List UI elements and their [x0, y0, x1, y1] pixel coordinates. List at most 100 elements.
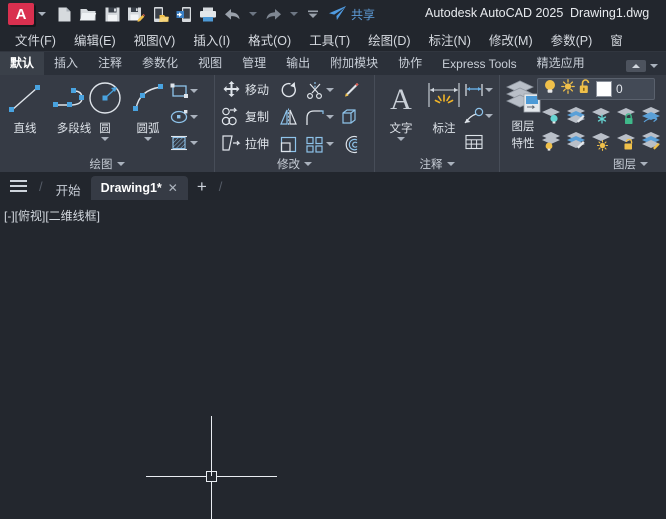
open-from-web-icon[interactable] [173, 3, 195, 25]
layer-match-button[interactable] [640, 130, 662, 152]
ribbon-tab-output[interactable]: 输出 [276, 52, 320, 75]
save-as-icon[interactable] [125, 3, 147, 25]
ribbon-tab-parametric[interactable]: 参数化 [132, 52, 188, 75]
rectangle-dropdown-arrow[interactable] [190, 89, 198, 93]
mirror-button[interactable] [278, 106, 300, 128]
drawing-canvas[interactable]: [-][俯视][二维线框] [0, 200, 666, 519]
ellipse-button[interactable] [168, 106, 198, 128]
ellipse-dropdown-arrow[interactable] [190, 115, 198, 119]
circle-button[interactable]: 圆 [82, 79, 128, 141]
layer-unlock-button[interactable] [615, 130, 637, 152]
menu-parametric[interactable]: 参数(P) [542, 28, 602, 52]
new-tab-button[interactable]: + [188, 177, 216, 200]
menu-view[interactable]: 视图(V) [125, 28, 185, 52]
erase-button[interactable] [339, 79, 361, 101]
menu-format[interactable]: 格式(O) [239, 28, 300, 52]
redo-icon[interactable] [262, 3, 284, 25]
panel-modify-title-bar[interactable]: 修改 [215, 155, 374, 172]
layer-control-dropdown[interactable]: 0 [537, 78, 655, 100]
customize-quick-access-toolbar-arrow[interactable] [307, 10, 319, 19]
layer-off-button[interactable] [540, 104, 562, 126]
application-menu-dropdown-arrow[interactable] [38, 12, 46, 16]
ribbon-tab-featured-apps[interactable]: 精选应用 [527, 52, 595, 75]
arc-button[interactable]: 圆弧 [125, 79, 171, 141]
table-button[interactable] [463, 131, 485, 153]
move-button[interactable]: 移动 [220, 79, 269, 99]
layer-lock-button[interactable] [615, 104, 637, 126]
application-menu-button[interactable]: A [8, 3, 34, 25]
new-file-icon[interactable] [53, 3, 75, 25]
fillet-dropdown-arrow[interactable] [326, 115, 334, 119]
layer-color-swatch[interactable] [596, 81, 612, 97]
panel-draw-expand-arrow[interactable] [117, 162, 125, 166]
panel-layer-title-bar[interactable]: 图层 [500, 155, 666, 172]
hamburger-menu-button[interactable] [0, 172, 36, 200]
dimension-button[interactable]: 标注 [421, 79, 467, 136]
stretch-button[interactable]: 拉伸 [220, 133, 269, 153]
leader-button[interactable] [463, 105, 493, 127]
text-button[interactable]: A 文字 [378, 79, 424, 141]
panel-annotation-title-bar[interactable]: 注释 [375, 155, 499, 172]
menu-file[interactable]: 文件(F) [6, 28, 65, 52]
plot-icon[interactable] [197, 3, 219, 25]
layer-previous-button[interactable] [640, 104, 662, 126]
ribbon-tab-annotate[interactable]: 注释 [88, 52, 132, 75]
menu-edit[interactable]: 编辑(E) [65, 28, 125, 52]
menu-modify[interactable]: 修改(M) [480, 28, 542, 52]
hatch-button[interactable] [168, 132, 198, 154]
open-file-icon[interactable] [77, 3, 99, 25]
file-tab-start[interactable]: 开始 [46, 178, 91, 200]
panel-modify-expand-arrow[interactable] [304, 162, 312, 166]
ribbon-tab-home[interactable]: 默认 [0, 52, 44, 75]
sun-thaw-icon[interactable] [561, 79, 575, 99]
array-dropdown-arrow[interactable] [326, 142, 334, 146]
ribbon-tab-addins[interactable]: 附加模块 [320, 52, 388, 75]
leader-dropdown-arrow[interactable] [485, 114, 493, 118]
array-button[interactable] [304, 133, 334, 155]
ribbon-tab-express-tools[interactable]: Express Tools [432, 53, 526, 75]
undo-dropdown-arrow[interactable] [249, 12, 257, 16]
circle-dropdown-arrow[interactable] [101, 137, 109, 141]
menu-dimension[interactable]: 标注(N) [420, 28, 480, 52]
arc-dropdown-arrow[interactable] [144, 137, 152, 141]
ribbon-tab-view[interactable]: 视图 [188, 52, 232, 75]
file-tab-drawing1[interactable]: Drawing1* ✕ [91, 176, 188, 200]
offset-button[interactable] [339, 133, 361, 155]
linear-dimension-button[interactable] [463, 79, 493, 101]
minimize-ribbon-dropdown-arrow[interactable] [650, 64, 658, 68]
fillet-button[interactable] [304, 106, 334, 128]
explode-button[interactable] [339, 106, 361, 128]
ribbon-tab-manage[interactable]: 管理 [232, 52, 276, 75]
copy-button[interactable]: 复制 [220, 106, 269, 126]
ribbon-tab-insert[interactable]: 插入 [44, 52, 88, 75]
viewport-label[interactable]: [-][俯视][二维线框] [4, 207, 100, 224]
save-to-web-icon[interactable] [149, 3, 171, 25]
scale-button[interactable] [278, 133, 300, 155]
ribbon-tab-collaborate[interactable]: 协作 [388, 52, 432, 75]
panel-draw-title-bar[interactable]: 绘图 [0, 155, 214, 172]
redo-dropdown-arrow[interactable] [290, 12, 298, 16]
menu-draw[interactable]: 绘图(D) [359, 28, 419, 52]
line-button[interactable]: 直线 [2, 79, 48, 136]
save-icon[interactable] [101, 3, 123, 25]
text-dropdown-arrow[interactable] [397, 137, 405, 141]
menu-tools[interactable]: 工具(T) [300, 28, 359, 52]
layer-isolate-button[interactable] [565, 104, 587, 126]
rectangle-button[interactable] [168, 80, 198, 102]
layer-freeze-button[interactable] [590, 104, 612, 126]
rotate-button[interactable] [278, 79, 300, 101]
unlock-icon[interactable] [579, 79, 592, 99]
share-button[interactable]: 共享 [328, 5, 375, 24]
trim-button[interactable] [304, 79, 334, 101]
layer-thaw-button[interactable] [590, 130, 612, 152]
panel-annotation-expand-arrow[interactable] [447, 162, 455, 166]
panel-layer-expand-arrow[interactable] [640, 162, 648, 166]
undo-icon[interactable] [221, 3, 243, 25]
trim-dropdown-arrow[interactable] [326, 88, 334, 92]
lightbulb-on-icon[interactable] [543, 79, 557, 99]
menu-window[interactable]: 窗 [601, 28, 632, 52]
hatch-dropdown-arrow[interactable] [190, 141, 198, 145]
linear-dimension-dropdown-arrow[interactable] [485, 88, 493, 92]
close-icon[interactable]: ✕ [168, 181, 178, 195]
layer-on-button[interactable] [540, 130, 562, 152]
